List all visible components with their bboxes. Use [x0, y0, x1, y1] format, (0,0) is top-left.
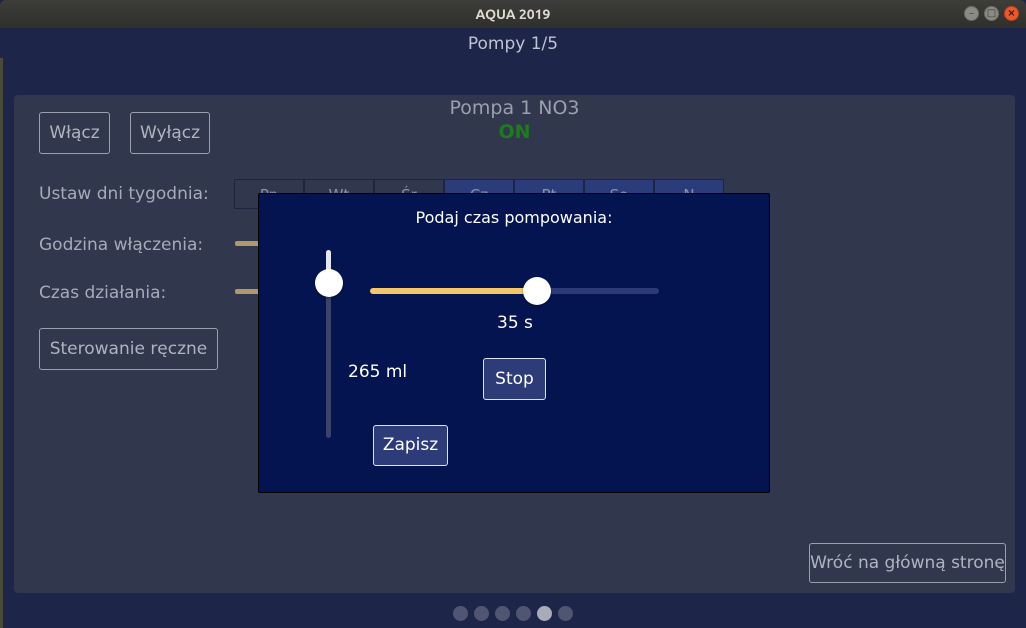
- dialog-title: Podaj czas pompowania:: [415, 208, 613, 227]
- minimize-icon[interactable]: –: [964, 6, 979, 21]
- duration-label: Czas działania:: [39, 283, 167, 303]
- window-titlebar: AQUA 2019 – □ ×: [0, 0, 1026, 28]
- time-slider-handle[interactable]: [523, 277, 551, 305]
- stop-button[interactable]: Stop: [483, 358, 546, 400]
- weekdays-label: Ustaw dni tygodnia:: [39, 184, 209, 204]
- manual-control-button[interactable]: Sterowanie ręczne: [39, 328, 218, 370]
- start-time-slider[interactable]: [235, 241, 259, 246]
- time-slider-fill: [370, 288, 538, 294]
- window-title: AQUA 2019: [475, 6, 551, 22]
- page-dot[interactable]: [537, 606, 552, 621]
- time-value: 35 s: [497, 313, 533, 333]
- turn-on-button[interactable]: Włącz: [39, 112, 110, 154]
- duration-slider[interactable]: [235, 289, 259, 294]
- page-dot[interactable]: [495, 606, 510, 621]
- turn-off-button[interactable]: Wyłącz: [130, 112, 210, 154]
- close-icon[interactable]: ×: [1004, 6, 1019, 21]
- page-dot[interactable]: [558, 606, 573, 621]
- volume-slider-handle[interactable]: [315, 269, 343, 297]
- back-home-button[interactable]: Wróć na główną stronę: [809, 543, 1006, 583]
- page-dot[interactable]: [474, 606, 489, 621]
- pump-time-dialog: Podaj czas pompowania: 35 s 265 ml Stop …: [258, 193, 770, 493]
- page-dot[interactable]: [516, 606, 531, 621]
- start-time-label: Godzina włączenia:: [39, 235, 204, 255]
- app-window: Pompy 1/5 Pompa 1 NO3 ON Włącz Wyłącz Us…: [0, 28, 1026, 628]
- maximize-icon[interactable]: □: [984, 6, 999, 21]
- window-edge: [0, 58, 3, 628]
- save-button[interactable]: Zapisz: [373, 425, 448, 466]
- page-dot[interactable]: [453, 606, 468, 621]
- page-title: Pompy 1/5: [467, 34, 559, 54]
- volume-value: 265 ml: [348, 362, 408, 382]
